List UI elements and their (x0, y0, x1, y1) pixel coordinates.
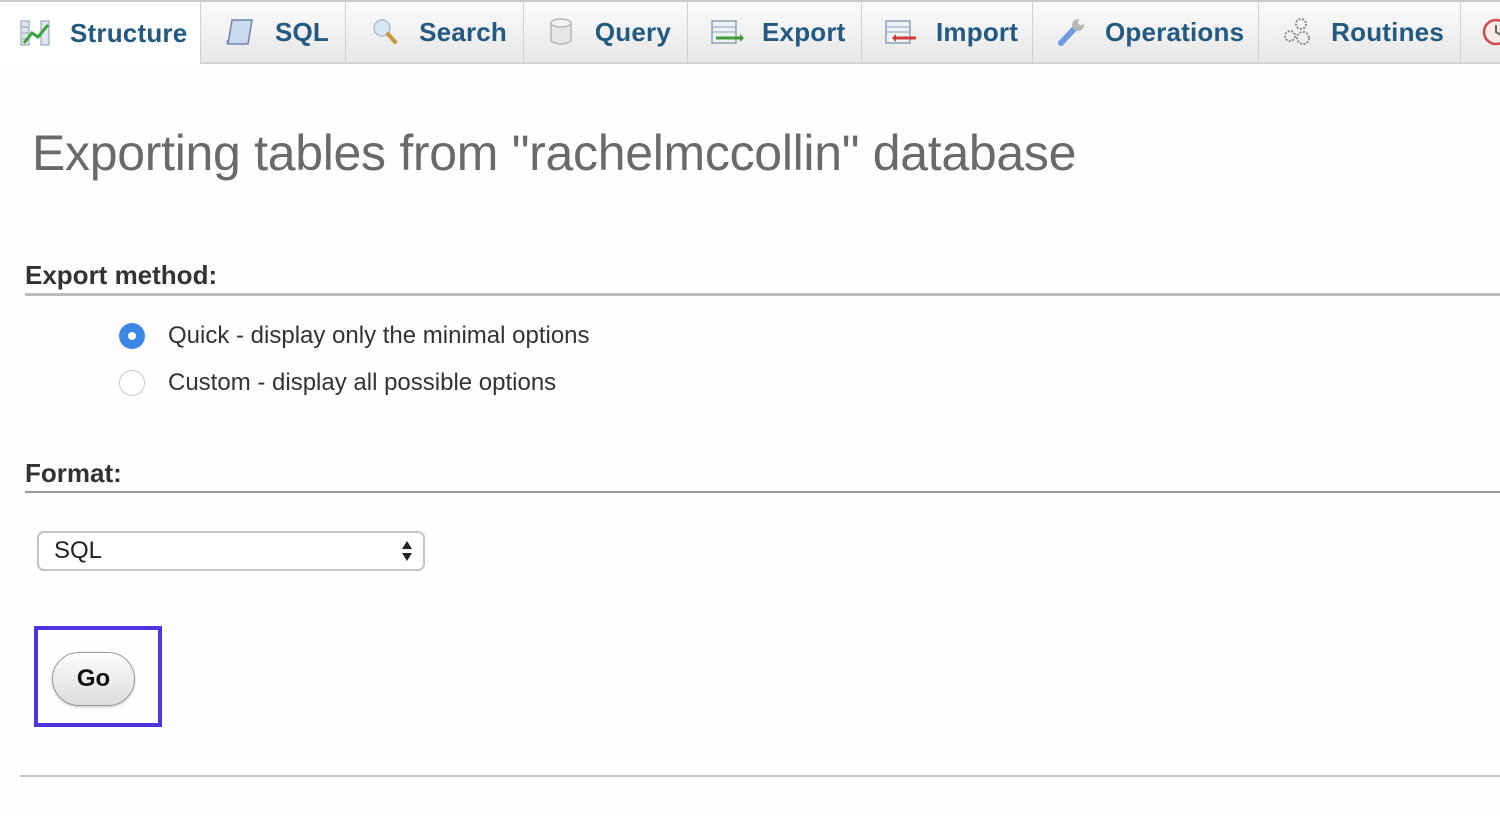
query-database-icon (546, 17, 577, 47)
sql-scroll-icon (223, 17, 257, 47)
tab-search[interactable]: Search (345, 2, 523, 64)
page-title: Exporting tables from "rachelmccollin" d… (32, 125, 1077, 181)
tab-export[interactable]: Export (687, 2, 861, 64)
export-method-heading: Export method: (25, 260, 1500, 296)
tab-query[interactable]: Query (523, 2, 687, 64)
custom-export-label: Custom - display all possible options (168, 369, 557, 396)
wrench-icon (1055, 17, 1087, 47)
search-magnifier-icon (368, 17, 401, 47)
quick-export-label: Quick - display only the minimal options (168, 322, 590, 349)
tab-label: SQL (274, 16, 329, 47)
quick-export-radio[interactable] (119, 323, 145, 349)
tab-operations[interactable]: Operations (1032, 2, 1258, 64)
format-select[interactable]: SQL (37, 531, 425, 571)
structure-icon (20, 18, 52, 48)
tab-label: Routines (1331, 16, 1444, 47)
tab-label: Operations (1105, 16, 1245, 47)
tab-bar: Structure SQL Search Query Export Import… (0, 0, 1500, 64)
select-updown-arrows-icon (399, 539, 415, 563)
gears-icon (1281, 17, 1313, 47)
custom-export-radio[interactable] (119, 370, 145, 396)
custom-export-option[interactable]: Custom - display all possible options (119, 369, 556, 397)
tab-sql[interactable]: SQL (200, 2, 345, 64)
go-button[interactable]: Go (52, 652, 135, 706)
tab-label: Import (936, 16, 1019, 47)
bottom-divider (20, 775, 1500, 777)
format-select-value: SQL (54, 537, 103, 564)
events-clock-icon (1481, 17, 1500, 47)
export-table-icon (710, 17, 744, 47)
tab-label: Structure (70, 17, 188, 48)
tab-label: Query (594, 16, 671, 47)
tab-label: Search (419, 16, 507, 47)
format-heading: Format: (25, 458, 1500, 493)
tab-label: Export (762, 16, 846, 47)
tab-structure[interactable]: Structure (0, 2, 200, 64)
tab-import[interactable]: Import (861, 2, 1032, 64)
quick-export-option[interactable]: Quick - display only the minimal options (119, 322, 590, 350)
import-table-icon (884, 17, 918, 47)
tab-routines[interactable]: Routines (1258, 2, 1460, 64)
tab-events[interactable] (1460, 2, 1500, 64)
